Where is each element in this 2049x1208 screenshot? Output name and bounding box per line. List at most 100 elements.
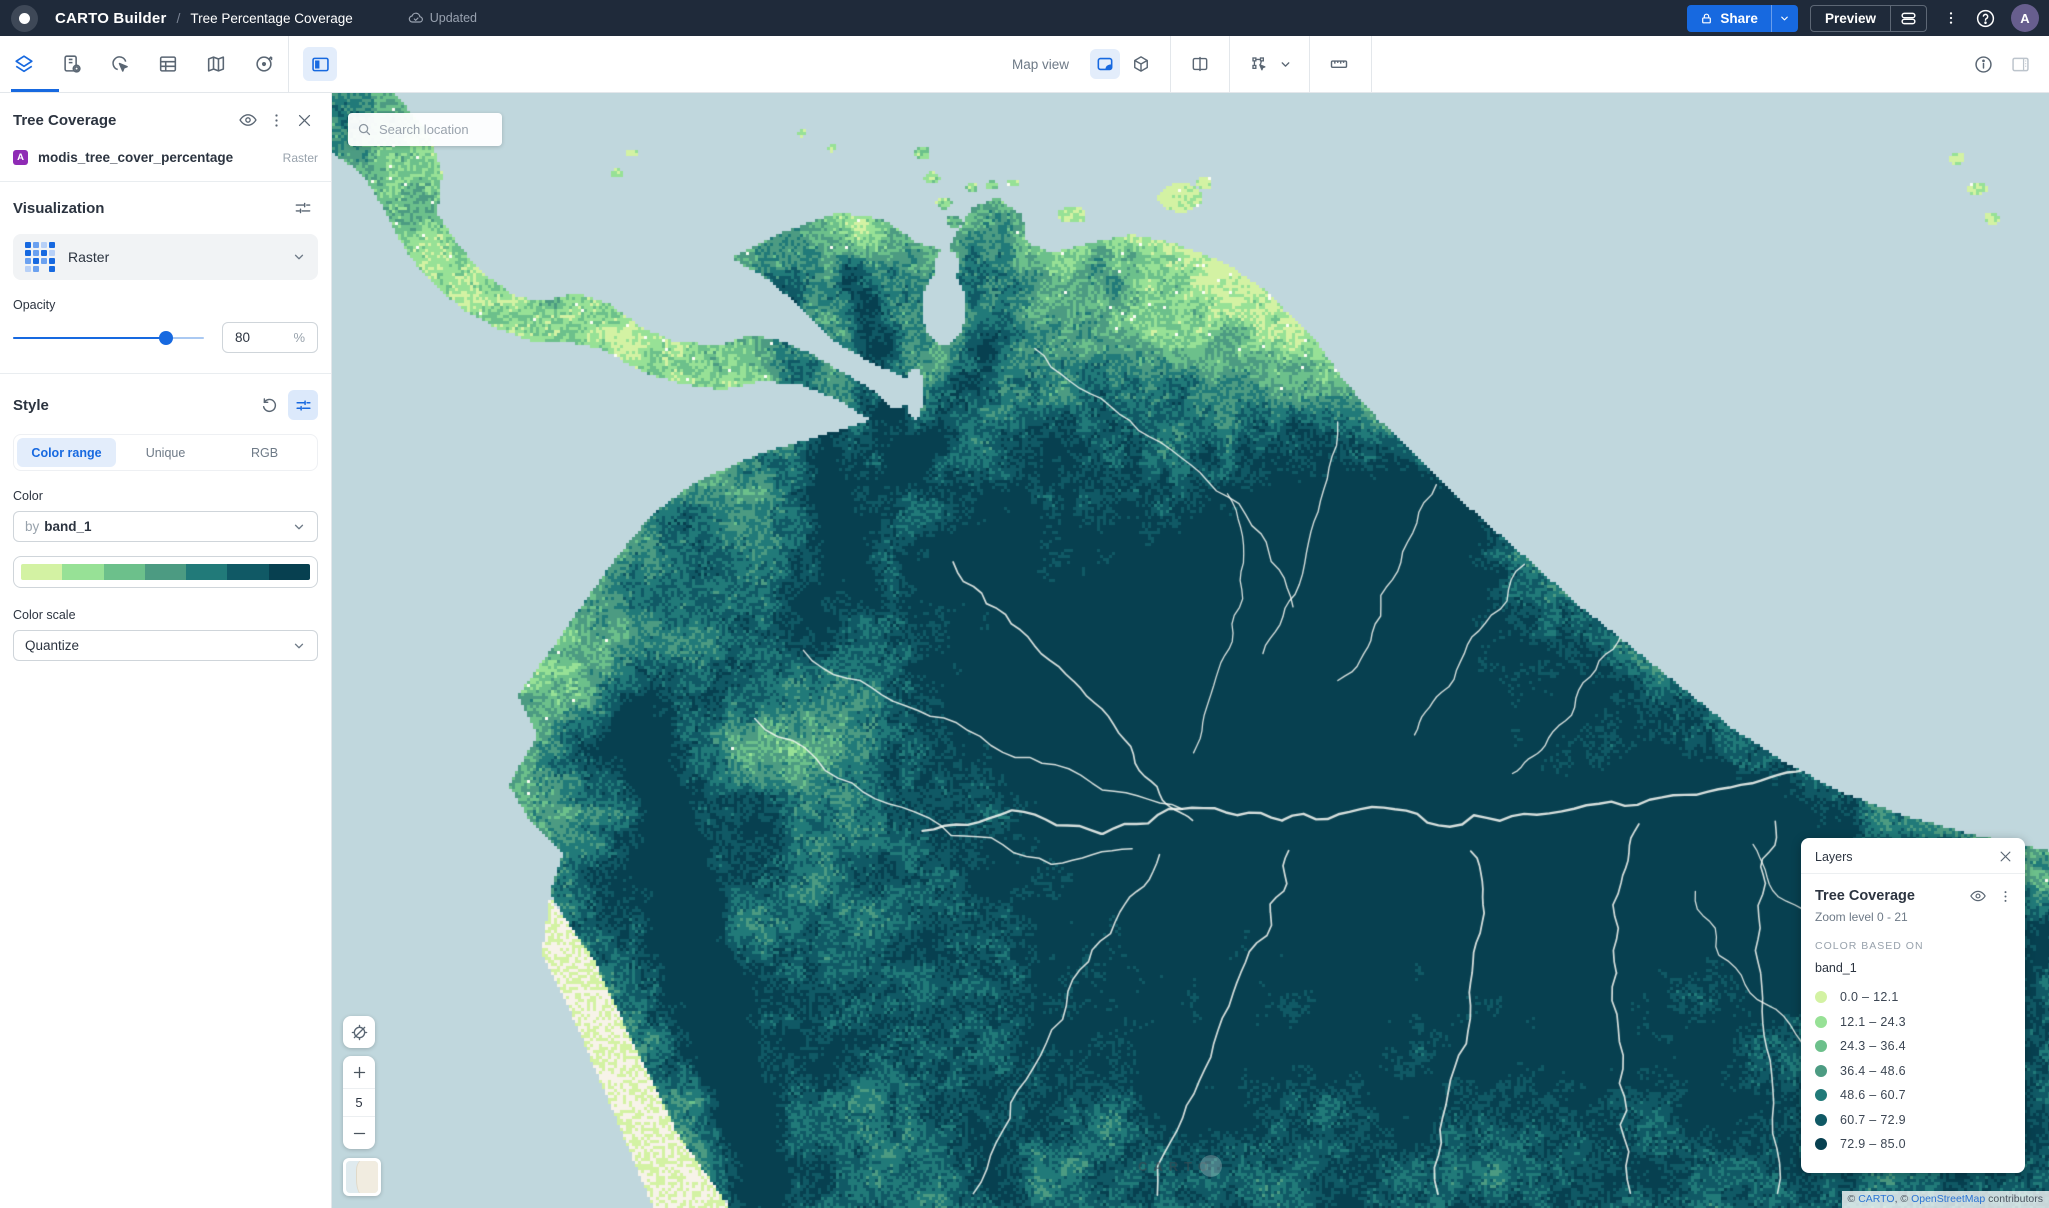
style-heading: Style xyxy=(13,397,254,414)
chevron-down-icon xyxy=(292,250,306,264)
opacity-value: 80 xyxy=(235,330,293,345)
share-button[interactable]: Share xyxy=(1687,5,1798,32)
select-tool-dropdown[interactable] xyxy=(1275,49,1295,79)
ramp-swatch xyxy=(269,564,310,580)
tab-layers[interactable] xyxy=(0,36,48,92)
opacity-slider-thumb[interactable] xyxy=(159,331,173,345)
legend-class-swatch xyxy=(1815,1016,1827,1028)
toggle-left-panel-button[interactable] xyxy=(303,47,337,81)
color-scale-select[interactable]: Quantize xyxy=(13,630,318,661)
color-scale-value: Quantize xyxy=(25,638,79,653)
visualization-settings-icon[interactable] xyxy=(288,198,318,218)
visualization-type-select[interactable]: Raster xyxy=(13,234,318,280)
tab-color-range[interactable]: Color range xyxy=(17,438,116,467)
topbar-actions: Share Preview A xyxy=(1687,4,2049,32)
map-view-label: Map view xyxy=(1012,57,1069,72)
tab-basemap[interactable] xyxy=(192,36,240,92)
cloud-check-icon xyxy=(408,10,424,26)
share-label: Share xyxy=(1720,11,1758,26)
close-panel-button[interactable] xyxy=(290,112,318,129)
avatar[interactable]: A xyxy=(2011,4,2039,32)
attribution-carto-link[interactable]: CARTO xyxy=(1858,1193,1894,1205)
attribution-post: contributors xyxy=(1985,1193,2043,1205)
style-advanced-button[interactable] xyxy=(288,390,318,420)
legend-rows: 0.0 – 12.112.1 – 24.324.3 – 36.436.4 – 4… xyxy=(1801,979,2025,1157)
legend-title: Layers xyxy=(1815,850,1998,864)
opacity-slider[interactable] xyxy=(13,331,204,345)
zoom-control: 5 xyxy=(343,1056,375,1149)
layer-options-button[interactable] xyxy=(262,112,290,129)
legend-visibility-button[interactable] xyxy=(1969,887,1987,905)
zoom-in-button[interactable] xyxy=(343,1056,375,1088)
zoom-level: 5 xyxy=(343,1088,375,1117)
layer-panel: Tree Coverage A modis_tree_cover_percent… xyxy=(0,93,332,1208)
legend-class-label: 36.4 – 48.6 xyxy=(1840,1064,1906,1078)
search-icon xyxy=(357,122,372,137)
preview-button[interactable]: Preview xyxy=(1811,6,1890,31)
chevron-down-icon xyxy=(292,639,306,653)
measure-tool-button[interactable] xyxy=(1324,49,1354,79)
legend-layer-name: Tree Coverage xyxy=(1815,888,1969,904)
ramp-swatch xyxy=(62,564,103,580)
builder-toolbar: Map view xyxy=(0,36,2049,93)
ramp-swatch xyxy=(145,564,186,580)
view-2d-button[interactable] xyxy=(1090,49,1120,79)
info-button[interactable] xyxy=(1973,54,1994,75)
legend-options-button[interactable] xyxy=(1998,889,2013,904)
legend-class-row: 0.0 – 12.1 xyxy=(1815,985,2011,1010)
opacity-label: Opacity xyxy=(0,296,331,320)
ramp-swatch xyxy=(104,564,145,580)
color-by-prefix: by xyxy=(25,519,39,534)
opacity-input[interactable]: 80 % xyxy=(222,322,318,353)
tab-table[interactable] xyxy=(144,36,192,92)
legend-zoom-range: Zoom level 0 - 21 xyxy=(1801,907,2025,924)
preview-label: Preview xyxy=(1825,11,1876,26)
avatar-initial: A xyxy=(2020,11,2029,26)
source-badge: A xyxy=(13,150,28,165)
legend-close-button[interactable] xyxy=(1998,849,2013,864)
style-reset-button[interactable] xyxy=(254,396,284,415)
select-tool-button[interactable] xyxy=(1244,49,1274,79)
carto-watermark: CARTO xyxy=(1138,1155,1222,1177)
more-options-button[interactable] xyxy=(1937,4,1965,32)
tab-rgb[interactable]: RGB xyxy=(215,438,314,467)
search-box xyxy=(348,113,502,146)
help-button[interactable] xyxy=(1971,4,1999,32)
minus-icon xyxy=(352,1126,367,1141)
color-ramp-select[interactable] xyxy=(13,556,318,588)
share-dropdown-button[interactable] xyxy=(1771,5,1798,32)
split-view-button[interactable] xyxy=(1185,49,1215,79)
layer-visibility-button[interactable] xyxy=(234,110,262,130)
view-switch-button[interactable] xyxy=(1890,6,1926,31)
document-title[interactable]: Tree Percentage Coverage xyxy=(190,11,352,26)
zoom-out-button[interactable] xyxy=(343,1117,375,1149)
save-status-label: Updated xyxy=(430,11,477,25)
toggle-right-panel-button[interactable] xyxy=(2010,54,2031,75)
source-row[interactable]: A modis_tree_cover_percentage Raster xyxy=(0,144,331,181)
view-3d-button[interactable] xyxy=(1126,49,1156,79)
color-by-select[interactable]: byband_1 xyxy=(13,511,318,542)
attribution-mid: , © xyxy=(1895,1193,1912,1205)
map-canvas[interactable] xyxy=(332,93,2049,1208)
legend-class-label: 0.0 – 12.1 xyxy=(1840,990,1899,1004)
carto-logo-icon[interactable] xyxy=(11,5,38,32)
geolocate-button[interactable] xyxy=(343,1016,375,1048)
tab-interactions[interactable] xyxy=(96,36,144,92)
tab-unique[interactable]: Unique xyxy=(116,438,215,467)
attribution-pre: © xyxy=(1848,1193,1859,1205)
tab-data-sources[interactable] xyxy=(48,36,96,92)
legend-field: band_1 xyxy=(1801,952,2025,979)
basemap-selector-button[interactable] xyxy=(343,1158,381,1196)
carto-builder-app: CARTO Builder / Tree Percentage Coverage… xyxy=(0,0,2049,1208)
opacity-unit: % xyxy=(293,330,305,345)
visualization-type-value: Raster xyxy=(68,249,292,265)
map-area: 5 CARTO Layers Tree Coverage xyxy=(332,93,2049,1208)
tab-more-tools[interactable] xyxy=(240,36,288,92)
search-input[interactable] xyxy=(379,122,489,137)
lock-icon xyxy=(1700,12,1713,25)
source-name: modis_tree_cover_percentage xyxy=(38,150,283,165)
preview-group: Preview xyxy=(1810,5,1927,32)
attribution-osm-link[interactable]: OpenStreetMap xyxy=(1911,1193,1985,1205)
ramp-swatch xyxy=(21,564,62,580)
save-status: Updated xyxy=(408,10,477,26)
